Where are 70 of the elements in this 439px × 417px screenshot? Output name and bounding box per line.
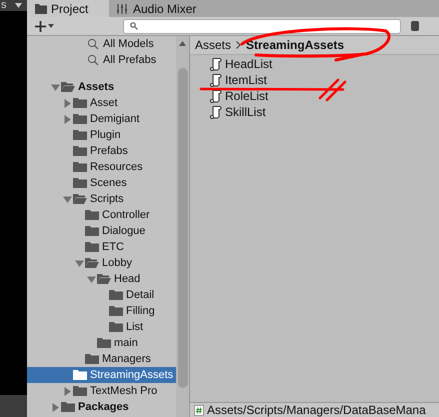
folder-tree-item[interactable]: Scenes: [27, 175, 176, 191]
folder-tree-item[interactable]: List: [27, 319, 176, 335]
dropdown-caret-icon[interactable]: [14, 3, 22, 8]
tab-label[interactable]: s: [1, 0, 6, 11]
breadcrumb-item[interactable]: Assets: [195, 36, 232, 54]
folder-icon: [73, 161, 87, 173]
scrollbar-thumb[interactable]: [178, 68, 188, 388]
folder-tree-item[interactable]: Asset: [27, 95, 176, 111]
folder-icon: [35, 4, 47, 14]
folder-tree-item[interactable]: ETC: [27, 239, 176, 255]
folder-icon: [85, 225, 99, 237]
file-item[interactable]: SkillList: [210, 104, 266, 120]
search-icon: [87, 38, 99, 50]
folder-icon: [97, 337, 111, 349]
asset-path: Assets/Scripts/Managers/DataBaseMana: [207, 404, 426, 416]
folder-icon: [109, 321, 123, 333]
search-icon: [130, 22, 138, 30]
folder-tree-item[interactable]: Managers: [27, 351, 176, 367]
folder-icon: [73, 369, 87, 381]
breadcrumb-item[interactable]: StreamingAssets: [246, 36, 344, 54]
folder-tree-item[interactable]: Filling: [27, 303, 176, 319]
expanded-arrow-icon[interactable]: [63, 194, 72, 204]
folder-tree-item[interactable]: StreamingAssets: [27, 367, 176, 383]
folder-icon: [85, 209, 99, 221]
folder-icon: [85, 353, 99, 365]
file-item[interactable]: RoleList: [210, 88, 268, 104]
folder-tree-item[interactable]: Plugin: [27, 127, 176, 143]
chevron-right-icon: [236, 41, 242, 49]
file-item[interactable]: ItemList: [210, 72, 268, 88]
folder-icon: [73, 97, 87, 109]
folder-icon: [73, 129, 87, 141]
open-folder-icon: [97, 273, 111, 285]
open-folder-icon: [61, 81, 75, 93]
folder-tree-item[interactable]: Scripts: [27, 191, 176, 207]
folder-tree-item[interactable]: Controller: [27, 207, 176, 223]
folder-icon: [73, 177, 87, 189]
folder-tree-item[interactable]: Prefabs: [27, 143, 176, 159]
folder-icon: [85, 241, 99, 253]
folder-tree-item[interactable]: Resources: [27, 159, 176, 175]
search-field[interactable]: [123, 18, 401, 34]
open-folder-icon: [73, 193, 87, 205]
toolbar-icon[interactable]: [411, 21, 419, 31]
favorites-item[interactable]: All Models: [27, 36, 176, 52]
folder-icon: [109, 289, 123, 301]
folder-tree-item[interactable]: Demigiant: [27, 111, 176, 127]
open-folder-icon: [85, 257, 99, 269]
folder-icon: [73, 145, 87, 157]
sliders-icon: [117, 4, 129, 14]
folder-icon: [73, 113, 87, 125]
plus-icon: [35, 20, 46, 32]
scroll-up-arrow-icon[interactable]: [179, 41, 186, 46]
expanded-arrow-icon[interactable]: [51, 82, 60, 92]
folder-icon: [73, 385, 87, 397]
tab[interactable]: Project: [27, 0, 109, 17]
folder-icon: [61, 401, 75, 413]
folder-tree-item[interactable]: TextMesh Pro: [27, 383, 176, 399]
favorites-item[interactable]: All Prefabs: [27, 52, 176, 68]
folder-tree-item[interactable]: Dialogue: [27, 223, 176, 239]
folder-tree-item[interactable]: Detail: [27, 287, 176, 303]
folder-tree-item[interactable]: Lobby: [27, 255, 176, 271]
folder-icon: [109, 305, 123, 317]
search-icon: [87, 54, 99, 66]
folder-tree-item[interactable]: Head: [27, 271, 176, 287]
panel-background: [0, 395, 27, 417]
folder-tree-item[interactable]: Assets: [27, 79, 176, 95]
folder-tree-item[interactable]: main: [27, 335, 176, 351]
scrollbar[interactable]: [176, 36, 190, 417]
file-item[interactable]: HeadList: [210, 56, 272, 72]
caret-icon: [48, 24, 54, 28]
folder-tree-item[interactable]: Packages: [27, 399, 176, 415]
